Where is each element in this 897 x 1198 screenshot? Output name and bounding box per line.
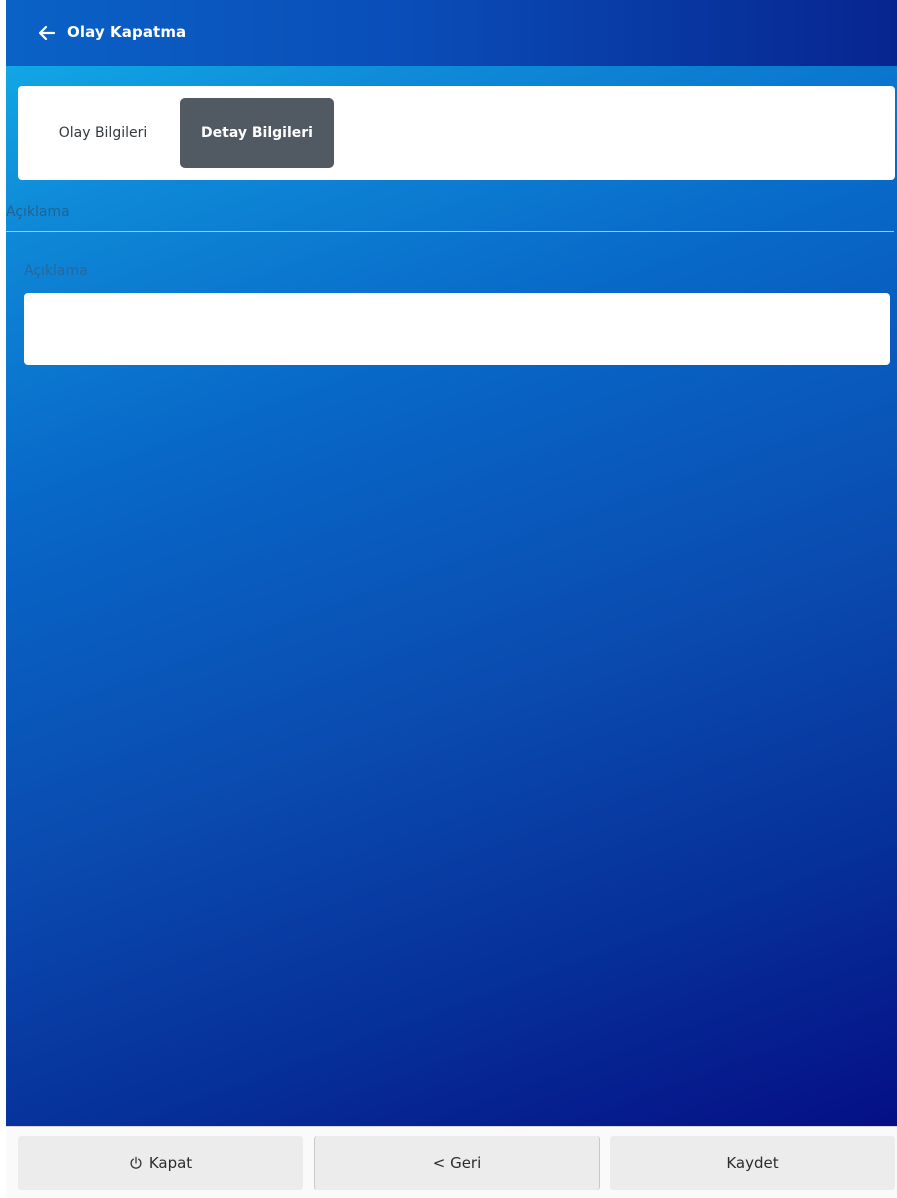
power-icon (130, 1156, 142, 1169)
description-input[interactable] (24, 293, 890, 365)
tab-olay-bilgileri[interactable]: Olay Bilgileri (28, 98, 178, 168)
close-button-label: Kapat (148, 1154, 193, 1172)
arrow-left-icon[interactable] (36, 22, 58, 44)
bottom-action-bar: Kapat < Geri Kaydet (6, 1126, 897, 1198)
description-label: Açıklama (24, 263, 88, 279)
app-window: Olay Kapatma Olay Bilgileri Detay Bilgil… (0, 0, 897, 1198)
section-heading: Açıklama (6, 204, 70, 220)
save-button-label: Kaydet (726, 1154, 779, 1172)
close-button[interactable]: Kapat (18, 1136, 303, 1190)
tab-bar: Olay Bilgileri Detay Bilgileri (18, 86, 895, 180)
tab-detay-bilgileri[interactable]: Detay Bilgileri (180, 98, 334, 168)
page-title: Olay Kapatma (67, 23, 187, 41)
back-button-label: < Geri (432, 1154, 482, 1172)
app-header: Olay Kapatma (6, 0, 897, 66)
back-button[interactable]: < Geri (314, 1136, 600, 1190)
section-divider (6, 231, 894, 232)
save-button[interactable]: Kaydet (610, 1136, 895, 1190)
